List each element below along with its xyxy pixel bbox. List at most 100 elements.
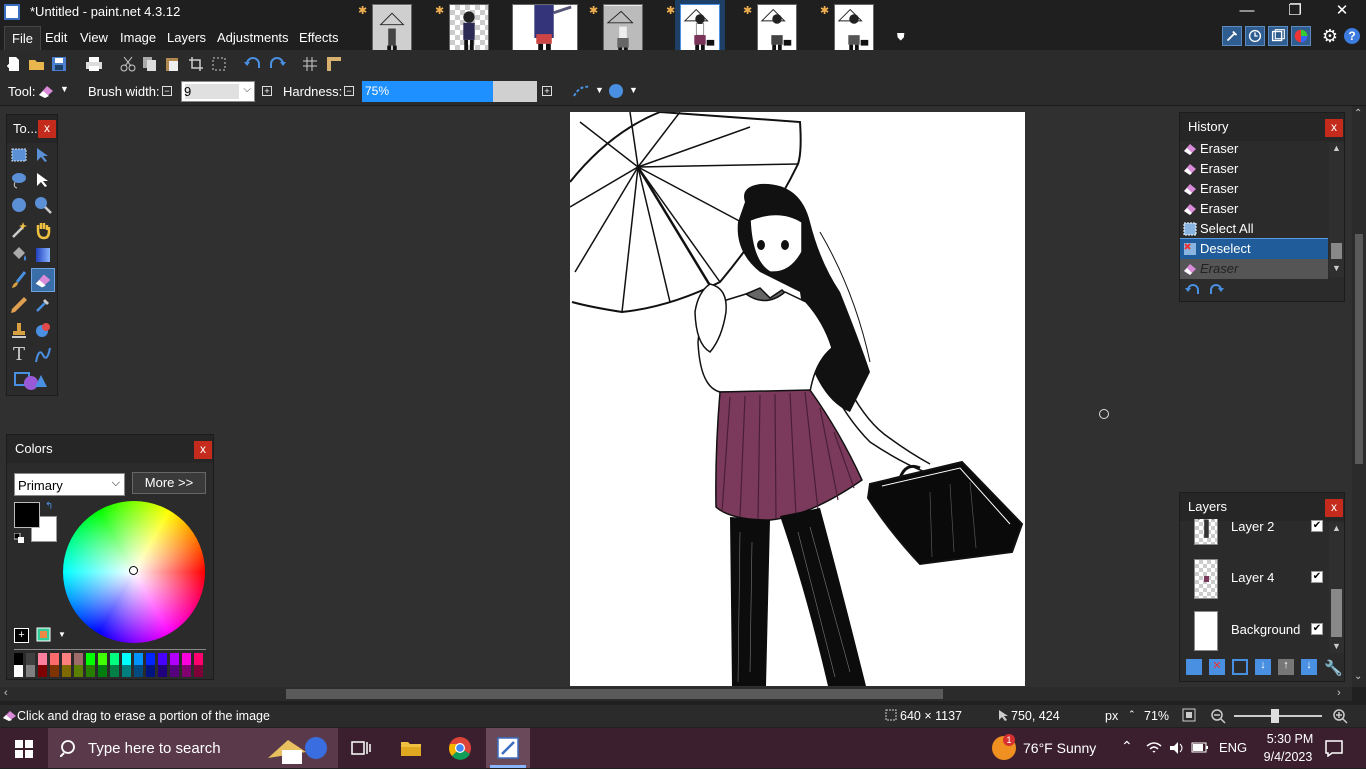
palette-swatch[interactable] [194, 653, 203, 665]
color-picker-tool-icon[interactable] [33, 295, 53, 315]
gradient-tool-icon[interactable] [33, 245, 53, 265]
zoom-tool-icon[interactable] [33, 195, 53, 215]
layers-window-icon[interactable] [1268, 26, 1288, 46]
history-scroll-down-icon[interactable]: ▼ [1332, 263, 1341, 273]
swap-colors-icon[interactable]: ↰ [45, 501, 53, 512]
palette-swatch[interactable] [110, 653, 119, 665]
grid-icon[interactable] [302, 56, 318, 72]
menu-view[interactable]: View [73, 26, 115, 50]
rectangle-select-tool-icon[interactable] [9, 145, 29, 165]
lasso-select-tool-icon[interactable] [9, 170, 29, 190]
pan-tool-icon[interactable] [33, 220, 53, 240]
rulers-icon[interactable] [326, 56, 342, 72]
blend-mode-icon[interactable] [607, 82, 625, 100]
color-mode-select[interactable]: Primary ⌵ [14, 473, 125, 496]
deselect-icon[interactable] [211, 56, 227, 72]
hardness-decrease-button[interactable]: − [344, 86, 354, 96]
palette-swatch[interactable] [110, 665, 119, 677]
windows-start-icon[interactable] [15, 740, 33, 758]
add-to-palette-icon[interactable]: + [14, 628, 29, 643]
zoom-level[interactable]: 71% [1144, 709, 1169, 723]
brush-width-increase-button[interactable]: + [262, 86, 272, 96]
history-item[interactable]: Eraser [1180, 159, 1328, 179]
layer-visibility-checkbox[interactable]: ✔ [1311, 520, 1323, 532]
magic-wand-tool-icon[interactable] [9, 220, 29, 240]
palette-swatch[interactable] [170, 665, 179, 677]
colors-panel-close-button[interactable]: x [194, 441, 212, 459]
palette-swatch[interactable] [14, 665, 23, 677]
network-wifi-icon[interactable] [1145, 740, 1163, 756]
horizontal-scroll-thumb[interactable] [286, 689, 943, 699]
show-hidden-icons-chevron-icon[interactable]: ⌃ [1121, 738, 1133, 755]
history-item[interactable]: Select All [1180, 219, 1328, 239]
paste-icon[interactable] [164, 56, 180, 72]
history-item[interactable]: Eraser [1180, 179, 1328, 199]
menu-file[interactable]: File [4, 26, 41, 50]
history-list[interactable]: Eraser Eraser Eraser Eraser Select All Desele… [1180, 139, 1328, 279]
layer-visibility-checkbox[interactable]: ✔ [1311, 571, 1323, 583]
tool-dropdown-icon[interactable]: ▼ [60, 84, 69, 94]
history-item[interactable]: Eraser [1180, 259, 1328, 279]
layer-row[interactable]: Layer 4 ✔ [1180, 551, 1328, 603]
menu-image[interactable]: Image [113, 26, 163, 50]
primary-color-swatch[interactable] [14, 502, 40, 528]
cut-icon[interactable] [120, 56, 136, 72]
more-colors-button[interactable]: More >> [132, 472, 206, 494]
merge-layer-down-icon[interactable]: ↓ [1255, 659, 1271, 675]
palette-swatch[interactable] [122, 653, 131, 665]
add-layer-icon[interactable] [1186, 659, 1202, 675]
tools-window-icon[interactable] [1222, 26, 1242, 46]
zoom-to-window-icon[interactable] [1182, 708, 1196, 722]
palette-swatch[interactable] [158, 665, 167, 677]
brush-width-input[interactable]: 9 ⌵ [181, 81, 255, 102]
units-selector[interactable]: px [1105, 709, 1118, 723]
file-explorer-icon[interactable] [400, 739, 422, 757]
minimize-button[interactable]: — [1232, 2, 1262, 20]
move-layer-down-icon[interactable]: ↓ [1301, 659, 1317, 675]
scroll-left-icon[interactable]: ‹ [4, 687, 8, 699]
brush-width-dropdown-icon[interactable]: ⌵ [243, 84, 251, 95]
clone-stamp-tool-icon[interactable] [9, 320, 29, 340]
layer-visibility-checkbox[interactable]: ✔ [1311, 623, 1323, 635]
task-view-icon[interactable] [351, 739, 371, 757]
scroll-up-icon[interactable]: ⌃ [1354, 108, 1362, 119]
history-scroll-thumb[interactable] [1331, 243, 1342, 259]
vertical-scroll-thumb[interactable] [1355, 234, 1363, 464]
open-icon[interactable] [28, 56, 46, 72]
history-redo-icon[interactable] [1207, 283, 1225, 297]
menu-adjustments[interactable]: Adjustments [210, 26, 296, 50]
history-undo-icon[interactable] [1184, 283, 1202, 297]
palette-swatch[interactable] [14, 653, 23, 665]
history-item[interactable]: Deselect [1180, 238, 1328, 260]
palette-swatch[interactable] [38, 665, 47, 677]
duplicate-layer-icon[interactable] [1232, 659, 1248, 675]
palette-swatch[interactable] [98, 653, 107, 665]
layers-scroll-thumb[interactable] [1331, 589, 1342, 637]
paintbrush-tool-icon[interactable] [9, 270, 29, 290]
eraser-tool-icon[interactable] [37, 83, 55, 99]
blend-mode-dropdown-icon[interactable]: ▼ [629, 85, 638, 95]
palette-swatch[interactable] [134, 653, 143, 665]
palette-swatch[interactable] [194, 665, 203, 677]
palette-swatch[interactable] [86, 653, 95, 665]
weather-text[interactable]: 76°F Sunny [1023, 740, 1096, 756]
palette-swatch[interactable] [38, 653, 47, 665]
menu-layers[interactable]: Layers [160, 26, 213, 50]
move-layer-up-icon[interactable]: ↑ [1278, 659, 1294, 675]
brush-width-decrease-button[interactable]: − [162, 86, 172, 96]
layers-scroll-up-icon[interactable]: ▲ [1332, 523, 1341, 533]
layer-row[interactable]: Background ✔ [1180, 603, 1328, 653]
color-wheel[interactable] [63, 501, 205, 643]
paint-bucket-tool-icon[interactable] [9, 245, 29, 265]
ellipse-select-tool-icon[interactable] [9, 195, 29, 215]
redo-icon[interactable] [268, 56, 286, 72]
new-image-icon[interactable] [6, 56, 22, 72]
palette-swatch[interactable] [122, 665, 131, 677]
palette-swatch[interactable] [74, 665, 83, 677]
restore-button[interactable]: ❐ [1280, 2, 1310, 20]
move-selected-pixels-tool-icon[interactable] [33, 145, 53, 165]
layer-properties-icon[interactable]: 🔧 [1324, 659, 1343, 677]
shapes-tool-icon[interactable] [13, 369, 49, 391]
layers-scroll-down-icon[interactable]: ▼ [1332, 641, 1341, 651]
palette-swatch[interactable] [50, 665, 59, 677]
